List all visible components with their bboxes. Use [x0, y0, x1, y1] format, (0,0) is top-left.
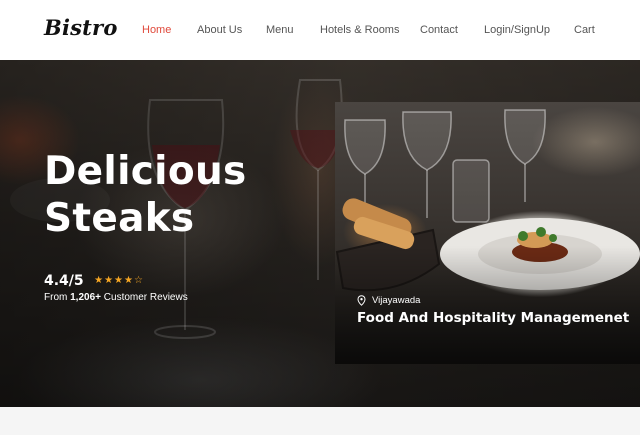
- main-nav: Home About Us Menu Hotels & Rooms Contac…: [0, 22, 640, 38]
- nav-contact[interactable]: Contact: [420, 22, 458, 38]
- card-location-text: Vijayawada: [372, 295, 421, 307]
- nav-about-us[interactable]: About Us: [197, 22, 242, 38]
- star-icon: ★: [114, 275, 125, 287]
- nav-menu[interactable]: Menu: [266, 22, 294, 38]
- star-icon: ★: [124, 275, 134, 287]
- map-pin-icon: [357, 295, 366, 306]
- nav-login-signup[interactable]: Login/SignUp: [484, 22, 550, 38]
- star-outline-icon: ☆: [133, 275, 144, 287]
- card-title[interactable]: Food And Hospitality Managemenet: [357, 310, 629, 326]
- nav-hotels-rooms[interactable]: Hotels & Rooms: [320, 22, 399, 38]
- star-icon: ★: [104, 275, 115, 287]
- rating-value: 4.4/5: [44, 272, 84, 289]
- reviews-prefix: From: [44, 292, 68, 303]
- nav-cart[interactable]: Cart: [574, 22, 595, 38]
- feature-card[interactable]: Vijayawada Food And Hospitality Manageme…: [335, 102, 640, 364]
- rating-row: 4.4/5 ★★★★☆: [44, 272, 144, 290]
- top-navigation-bar: Bistro Home About Us Menu Hotels & Rooms…: [0, 0, 640, 60]
- star-icon: ★: [94, 275, 105, 287]
- reviews-count: 1,206+: [70, 292, 101, 303]
- hero-banner: Delicious Steaks 4.4/5 ★★★★☆ From 1,206+…: [0, 60, 640, 407]
- card-location: Vijayawada: [357, 295, 420, 306]
- reviews-suffix: Customer Reviews: [103, 292, 188, 303]
- hero-title-line-2: Steaks: [44, 196, 195, 241]
- page-section-below-hero: [0, 407, 640, 435]
- hero-title-line-1: Delicious: [44, 149, 247, 194]
- review-summary: From 1,206+ Customer Reviews: [44, 292, 188, 303]
- hero-title: Delicious Steaks: [44, 148, 304, 242]
- star-rating: ★★★★☆: [94, 275, 144, 286]
- nav-home[interactable]: Home: [142, 22, 171, 38]
